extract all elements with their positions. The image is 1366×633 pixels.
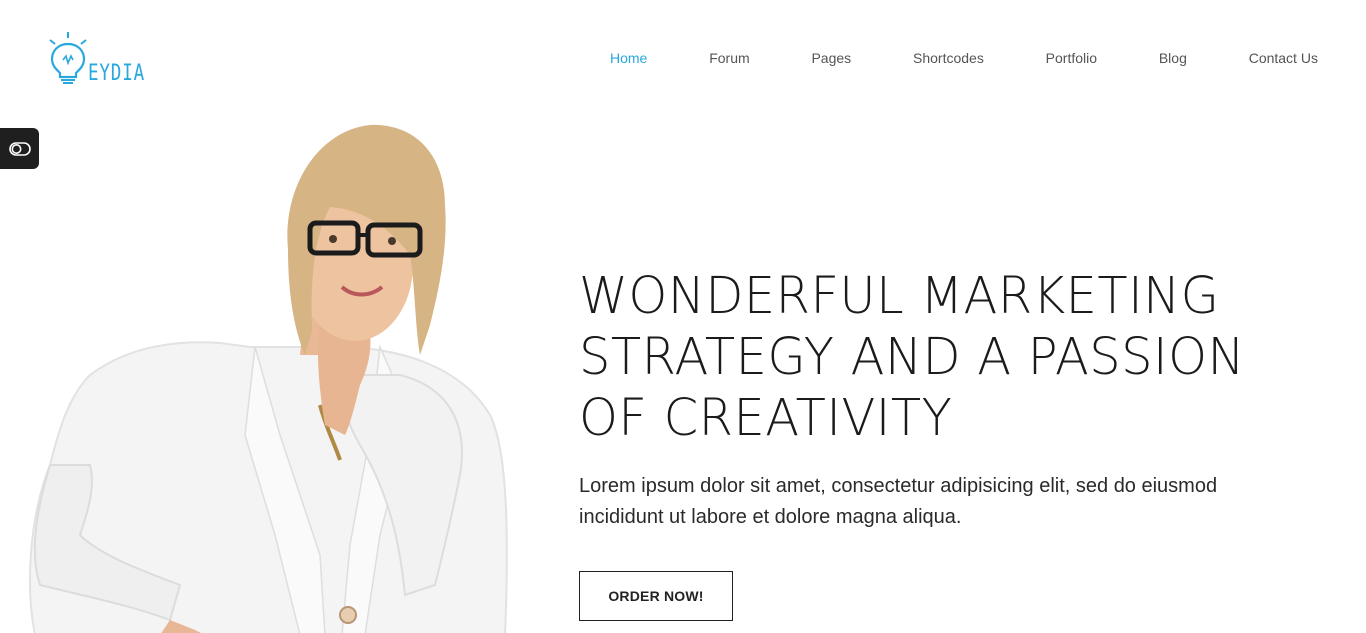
nav-portfolio[interactable]: Portfolio: [1046, 48, 1097, 68]
hero-description: Lorem ipsum dolor sit amet, consectetur …: [579, 475, 1218, 528]
main-navigation: Home Forum Pages Shortcodes Portfolio Bl…: [610, 48, 1318, 70]
hero-title-line: OF CREATIVITY: [579, 389, 953, 448]
nav-home[interactable]: Home: [610, 48, 647, 68]
nav-pages[interactable]: Pages: [811, 48, 851, 68]
nav-shortcodes[interactable]: Shortcodes: [913, 48, 984, 68]
logo-text: EYDIA: [88, 61, 145, 86]
hero-title-line: WONDERFUL MARKETING: [579, 267, 1220, 326]
site-logo[interactable]: EYDIA: [46, 30, 146, 90]
nav-forum[interactable]: Forum: [709, 48, 749, 68]
nav-blog[interactable]: Blog: [1159, 48, 1187, 68]
page: EYDIA Home Forum Pages Shortcodes Portfo…: [0, 0, 1366, 633]
nav-contact-us[interactable]: Contact Us: [1249, 48, 1318, 68]
hero-title-line: STRATEGY AND A PASSION: [579, 328, 1246, 387]
hero-title: WONDERFUL MARKETING STRATEGY AND A PASSI…: [579, 266, 1299, 449]
lightbulb-icon: [49, 32, 87, 84]
order-now-button[interactable]: ORDER NOW!: [579, 571, 733, 621]
hero-copy: WONDERFUL MARKETING STRATEGY AND A PASSI…: [579, 266, 1299, 533]
hero-image: [20, 115, 520, 633]
